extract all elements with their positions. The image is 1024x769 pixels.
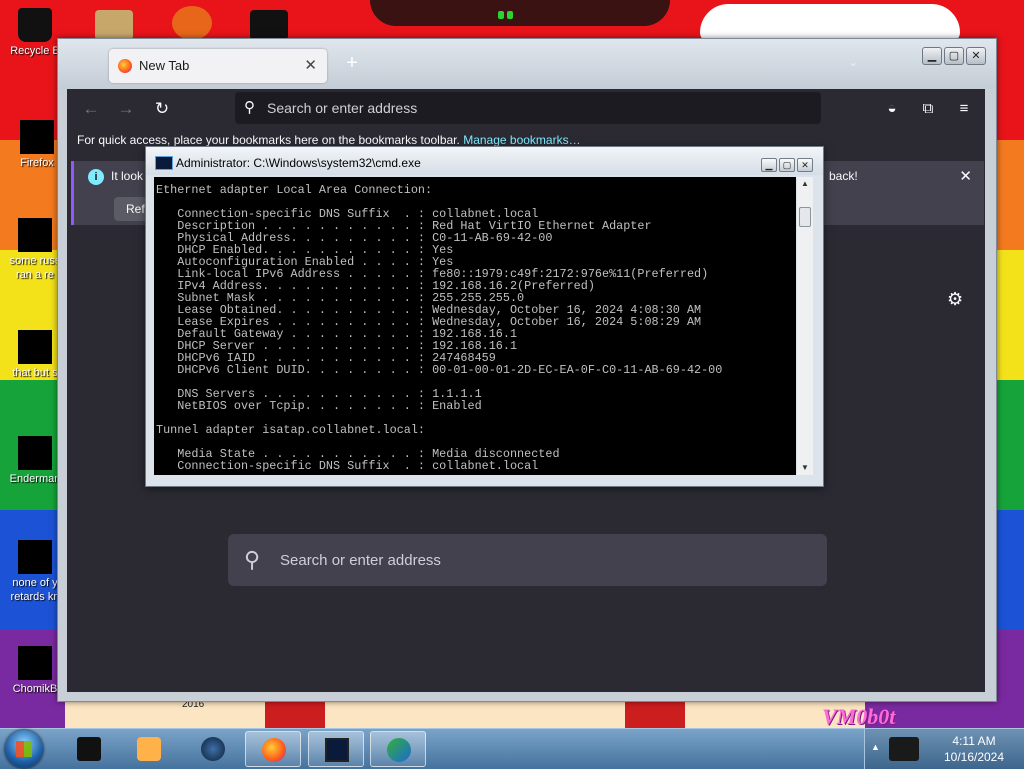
cmd-minimize-button[interactable]: ▁ — [761, 158, 777, 172]
tab-close-icon[interactable]: ✕ — [304, 56, 317, 74]
cmd-close-button[interactable]: ✕ — [797, 158, 813, 172]
notification-text-end: back! — [829, 169, 858, 183]
nav-toolbar: ← → ↻ ⚲ Search or enter address ◒ ⧉ ≡ — [67, 89, 985, 129]
forward-arrow-icon[interactable]: → — [115, 99, 137, 119]
taskbar-item-globe[interactable] — [185, 731, 241, 767]
pocket-icon[interactable]: ◒ — [881, 98, 903, 120]
menu-hamburger-icon[interactable]: ≡ — [953, 98, 975, 120]
cmd-title-bar[interactable]: Administrator: C:\Windows\system32\cmd.e… — [146, 147, 823, 175]
maximize-button[interactable]: ▢ — [944, 47, 964, 65]
reload-icon[interactable]: ↻ — [151, 99, 173, 119]
network-icon[interactable] — [889, 737, 919, 761]
close-button[interactable]: ✕ — [966, 47, 986, 65]
url-bar[interactable]: ⚲ Search or enter address — [235, 92, 821, 124]
image-icon — [18, 540, 52, 574]
cmd-window-controls: ▁ ▢ ✕ — [759, 155, 813, 173]
taskbar-item-media[interactable] — [121, 731, 177, 767]
tab-new-tab[interactable]: New Tab ✕ — [109, 49, 327, 83]
minimize-button[interactable]: ▁ — [922, 47, 942, 65]
url-placeholder: Search or enter address — [267, 100, 418, 116]
cmd-window: Administrator: C:\Windows\system32\cmd.e… — [145, 146, 824, 487]
newtab-search-box[interactable]: ⚲ Search or enter address — [228, 534, 827, 586]
taskbar-item-cmd-black[interactable] — [61, 731, 117, 767]
info-icon: i — [88, 169, 104, 185]
firefox-favicon-icon — [118, 59, 132, 73]
desktop-icon-top-3[interactable] — [250, 10, 288, 40]
gear-icon[interactable]: ⚙ — [947, 289, 963, 310]
back-arrow-icon[interactable]: ← — [80, 99, 102, 119]
desktop-icon-top-1[interactable] — [95, 10, 133, 40]
scroll-up-icon[interactable]: ▲ — [797, 177, 813, 191]
taskbar-item-firefox[interactable] — [245, 731, 301, 767]
notification-close-icon[interactable]: ✕ — [959, 167, 972, 185]
scroll-down-icon[interactable]: ▼ — [797, 461, 813, 475]
chomik-icon — [18, 646, 52, 680]
wallpaper-cloud — [700, 4, 960, 42]
cmd-title: Administrator: C:\Windows\system32\cmd.e… — [176, 156, 421, 170]
globe-icon — [201, 737, 225, 761]
tray-expand-icon[interactable]: ▲ — [871, 742, 880, 752]
media-player-icon — [137, 737, 161, 761]
clock[interactable]: 4:11 AM 10/16/2024 — [940, 733, 1008, 765]
firefox-icon — [20, 120, 54, 154]
newtab-search-placeholder: Search or enter address — [280, 552, 441, 569]
manage-bookmarks-link[interactable]: Manage bookmarks… — [463, 133, 580, 147]
cmd-console[interactable]: Ethernet adapter Local Area Connection: … — [154, 177, 796, 475]
taskbar-item-cmd[interactable] — [308, 731, 364, 767]
shortcut-icon — [18, 330, 52, 364]
cmd-icon — [155, 156, 173, 170]
window-controls: ▁ ▢ ✕ — [920, 46, 986, 65]
wallpaper-eyes — [498, 6, 526, 19]
start-button[interactable] — [5, 730, 43, 768]
enderman-icon — [18, 436, 52, 470]
bookmarks-hint: For quick access, place your bookmarks h… — [77, 133, 460, 147]
firefox-tab-bar: New Tab ✕ + ⌄ ▁ ▢ ✕ — [58, 39, 996, 89]
wallpaper-tag: VM0b0t — [822, 704, 896, 729]
cmd-icon — [325, 738, 349, 762]
recycle-bin-icon — [18, 8, 52, 42]
cmd-output: Ethernet adapter Local Area Connection: … — [156, 183, 723, 473]
clock-time: 4:11 AM — [952, 734, 996, 748]
firefox-icon — [262, 738, 286, 762]
search-icon: ⚲ — [244, 547, 261, 572]
desktop-icon-top-2[interactable] — [172, 6, 212, 40]
taskbar: ▲ 4:11 AM 10/16/2024 — [0, 728, 1024, 769]
cmd-scrollbar[interactable]: ▲ ▼ — [797, 177, 813, 475]
scroll-thumb[interactable] — [799, 207, 811, 227]
taskbar-item-downloader[interactable] — [370, 731, 426, 767]
clock-date: 10/16/2024 — [943, 750, 1005, 764]
search-icon: ⚲ — [244, 99, 255, 116]
new-tab-button[interactable]: + — [342, 53, 362, 73]
download-manager-icon — [387, 738, 411, 762]
extensions-icon[interactable]: ⧉ — [917, 98, 939, 120]
cmd-maximize-button[interactable]: ▢ — [779, 158, 795, 172]
terminal-icon — [77, 737, 101, 761]
document-icon — [18, 218, 52, 252]
notification-text: It look — [111, 169, 144, 183]
tab-list-chevron-icon[interactable]: ⌄ — [848, 55, 858, 69]
tab-label: New Tab — [139, 58, 190, 73]
